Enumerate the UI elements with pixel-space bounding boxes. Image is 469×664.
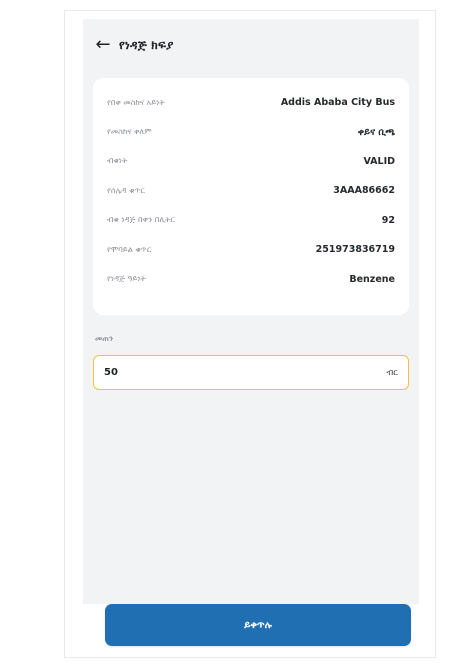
continue-button-label: ይቀጥሉ xyxy=(244,619,272,631)
detail-label: የበቀ መስከና አይነት xyxy=(107,97,165,107)
detail-label: የሰሌዳ ቁጥር xyxy=(107,185,145,195)
detail-value: Benzene xyxy=(349,273,395,285)
detail-label: ብቁ ነዳጅ በቀን በሊትር xyxy=(107,215,175,225)
detail-row: የነዳጅ ዓይነት Benzene xyxy=(107,264,395,293)
detail-row: የሞባይል ቁጥር 251973836719 xyxy=(107,235,395,264)
detail-value: 251973836719 xyxy=(315,244,395,256)
detail-value: 3AAA86662 xyxy=(333,185,395,197)
screen: ← የነዳጅ ክፍያ የበቀ መስከና አይነት Addis Ababa Cit… xyxy=(83,19,419,604)
details-card: የበቀ መስከና አይነት Addis Ababa City Bus የመስከና… xyxy=(93,78,409,315)
detail-row: ብቁነት VALID xyxy=(107,147,395,176)
detail-value: Addis Ababa City Bus xyxy=(280,97,395,109)
app-frame: ← የነዳጅ ክፍያ የበቀ መስከና አይነት Addis Ababa Cit… xyxy=(64,10,436,658)
amount-field[interactable]: 50 ብር xyxy=(93,355,409,390)
detail-row: የሰሌዳ ቁጥር 3AAA86662 xyxy=(107,176,395,205)
amount-label: መጠን xyxy=(95,334,114,343)
arrow-left-icon[interactable]: ← xyxy=(93,35,113,55)
detail-value: 92 xyxy=(381,214,395,226)
detail-value: VALID xyxy=(363,155,395,167)
detail-label: የመስከና ቀለም xyxy=(107,127,152,137)
page-title: የነዳጅ ክፍያ xyxy=(119,37,174,52)
currency-suffix: ብር xyxy=(386,367,398,378)
detail-label: የነዳጅ ዓይነት xyxy=(107,274,146,284)
detail-row: ብቁ ነዳጅ በቀን በሊትር 92 xyxy=(107,206,395,235)
detail-row: የመስከና ቀለም ቀይና ቢጫ xyxy=(107,117,395,146)
header: ← የነዳጅ ክፍያ xyxy=(83,33,419,57)
amount-value[interactable]: 50 xyxy=(104,367,118,378)
detail-row: የበቀ መስከና አይነት Addis Ababa City Bus xyxy=(107,88,395,117)
continue-button[interactable]: ይቀጥሉ xyxy=(105,604,411,646)
detail-label: ብቁነት xyxy=(107,156,128,166)
detail-label: የሞባይል ቁጥር xyxy=(107,244,152,254)
detail-value: ቀይና ቢጫ xyxy=(357,126,395,138)
footer: ይቀጥሉ xyxy=(65,604,435,657)
